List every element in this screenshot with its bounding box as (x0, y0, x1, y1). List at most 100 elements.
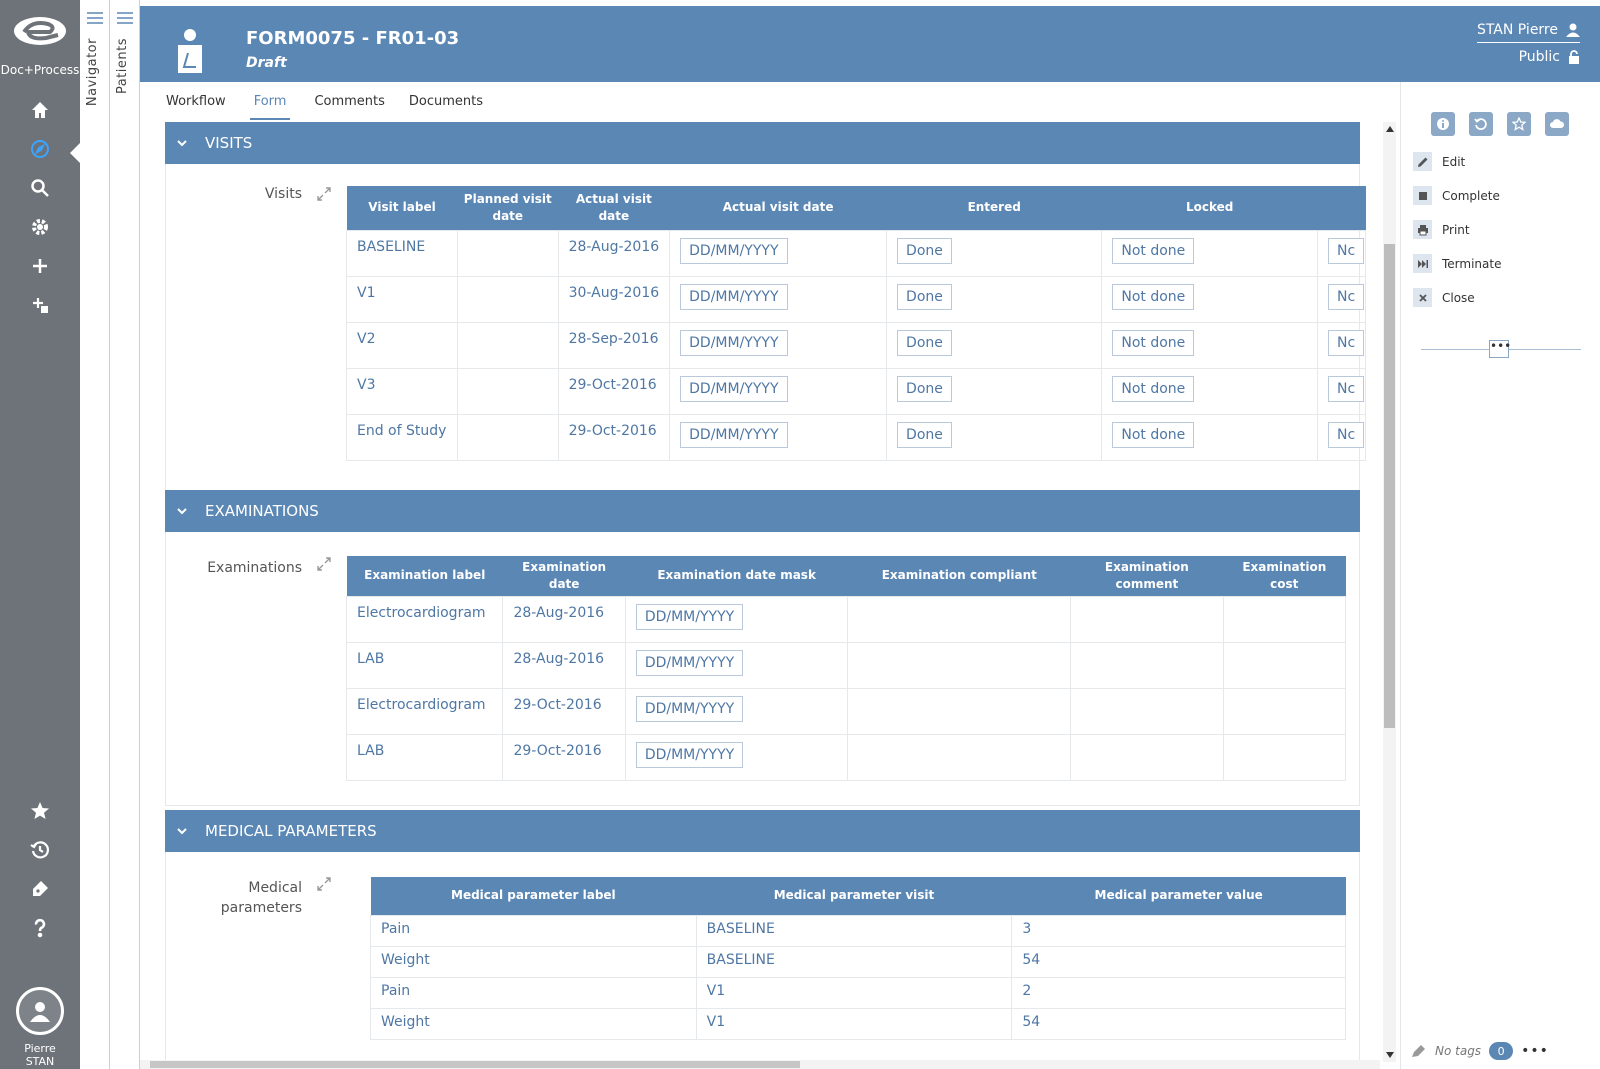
locked-status[interactable]: Not done (1112, 283, 1195, 310)
avatar[interactable] (16, 987, 64, 1035)
table-row[interactable]: BASELINE 28-Aug-2016 DD/MM/YYYY Done Not… (346, 229, 1367, 277)
examination-compliant[interactable] (847, 733, 1072, 781)
section-medical-header[interactable]: MEDICAL PARAMETERS (165, 810, 1360, 852)
table-row[interactable]: V1 30-Aug-2016 DD/MM/YYYY Done Not done … (346, 275, 1367, 323)
scroll-up-arrow[interactable] (1386, 126, 1394, 132)
parameter-value[interactable]: 54 (1011, 945, 1346, 978)
help-icon[interactable] (20, 910, 60, 946)
next-status[interactable]: Nc (1327, 283, 1365, 310)
date-mask-input[interactable]: DD/MM/YYYY (635, 649, 744, 676)
edit-action[interactable]: Edit (1413, 152, 1465, 171)
date-mask-input[interactable]: DD/MM/YYYY (680, 237, 788, 264)
locked-status[interactable]: Not done (1112, 421, 1195, 448)
app-logo[interactable]: Doc+Process (0, 0, 80, 82)
close-action[interactable]: Close (1413, 288, 1475, 307)
section-examinations-header[interactable]: EXAMINATIONS (165, 490, 1360, 532)
date-mask-input[interactable]: DD/MM/YYYY (680, 421, 788, 448)
complete-action[interactable]: Complete (1413, 186, 1500, 205)
tab-form[interactable]: Form (249, 90, 291, 120)
plus-icon[interactable] (20, 248, 60, 284)
date-mask-input[interactable]: DD/MM/YYYY (635, 603, 744, 630)
menu-icon[interactable] (117, 12, 133, 24)
home-icon[interactable] (20, 92, 60, 128)
parameter-value[interactable]: 2 (1011, 976, 1346, 1009)
expand-icon[interactable] (316, 186, 332, 202)
section-visits-header[interactable]: VISITS (165, 122, 1360, 164)
next-status[interactable]: Nc (1327, 375, 1365, 402)
table-row[interactable]: End of Study 29-Oct-2016 DD/MM/YYYY Done… (346, 413, 1367, 461)
parameter-value[interactable]: 54 (1011, 1007, 1346, 1040)
visibility-toggle[interactable]: Public (1519, 49, 1580, 65)
header-user[interactable]: STAN Pierre (1476, 22, 1580, 43)
examination-comment[interactable] (1070, 687, 1224, 735)
examination-cost[interactable] (1222, 641, 1347, 689)
entered-status[interactable]: Done (897, 375, 952, 402)
add-document-icon[interactable] (20, 287, 60, 323)
table-row[interactable]: Pain V1 2 (370, 976, 1346, 1009)
scroll-thumb[interactable] (150, 1061, 800, 1068)
table-row[interactable]: V3 29-Oct-2016 DD/MM/YYYY Done Not done … (346, 367, 1367, 415)
history-icon[interactable] (20, 832, 60, 868)
tag-icon[interactable] (1411, 1044, 1427, 1058)
examination-comment[interactable] (1070, 733, 1224, 781)
date-mask-input[interactable]: DD/MM/YYYY (680, 375, 788, 402)
parameter-value[interactable]: 3 (1011, 914, 1346, 947)
locked-status[interactable]: Not done (1112, 237, 1195, 264)
table-row[interactable]: Electrocardiogram 29-Oct-2016 DD/MM/YYYY (345, 687, 1347, 735)
table-row[interactable]: LAB 29-Oct-2016 DD/MM/YYYY (345, 733, 1347, 781)
entered-status[interactable]: Done (897, 237, 952, 264)
star-icon[interactable] (20, 793, 60, 829)
scroll-down-arrow[interactable] (1386, 1052, 1394, 1058)
star-icon[interactable] (1507, 112, 1531, 136)
tab-comments[interactable]: Comments (314, 90, 384, 120)
next-status[interactable]: Nc (1327, 421, 1365, 448)
vertical-scrollbar[interactable] (1383, 122, 1396, 1062)
info-icon[interactable] (1431, 112, 1455, 136)
locked-status[interactable]: Not done (1112, 329, 1195, 356)
examination-cost[interactable] (1222, 733, 1347, 781)
refresh-icon[interactable] (1469, 112, 1493, 136)
next-status[interactable]: Nc (1327, 329, 1365, 356)
table-row[interactable]: Electrocardiogram 28-Aug-2016 DD/MM/YYYY (345, 595, 1347, 643)
examination-comment[interactable] (1070, 641, 1224, 689)
date-mask-input[interactable]: DD/MM/YYYY (680, 283, 788, 310)
table-row[interactable]: Pain BASELINE 3 (370, 914, 1346, 947)
tab-workflow[interactable]: Workflow (166, 90, 226, 120)
examination-compliant[interactable] (847, 641, 1072, 689)
cloud-icon[interactable] (1545, 112, 1569, 136)
examination-cost[interactable] (1222, 687, 1347, 735)
print-action[interactable]: Print (1413, 220, 1470, 239)
entered-status[interactable]: Done (897, 329, 952, 356)
examination-cost[interactable] (1222, 595, 1347, 643)
navigator-tab[interactable]: Navigator (80, 0, 110, 1069)
entered-status[interactable]: Done (897, 421, 952, 448)
expand-icon[interactable] (316, 876, 332, 892)
search-icon[interactable] (20, 170, 60, 206)
horizontal-scrollbar[interactable] (140, 1060, 1380, 1069)
date-mask-input[interactable]: DD/MM/YYYY (635, 741, 744, 768)
more-actions-button[interactable]: ••• (1489, 340, 1511, 358)
next-status[interactable]: Nc (1327, 237, 1365, 264)
locked-status[interactable]: Not done (1112, 375, 1195, 402)
examination-compliant[interactable] (847, 687, 1072, 735)
menu-icon[interactable] (87, 12, 103, 24)
date-mask-input[interactable]: DD/MM/YYYY (680, 329, 788, 356)
scroll-thumb[interactable] (1384, 244, 1395, 728)
patients-tab[interactable]: Patients (110, 0, 140, 1069)
tag-icon[interactable] (20, 871, 60, 907)
examination-compliant[interactable] (847, 595, 1072, 643)
date-mask-input[interactable]: DD/MM/YYYY (635, 695, 744, 722)
table-row[interactable]: LAB 28-Aug-2016 DD/MM/YYYY (345, 641, 1347, 689)
examination-comment[interactable] (1070, 595, 1224, 643)
compass-icon[interactable] (20, 131, 60, 167)
gear-icon[interactable] (20, 209, 60, 245)
expand-icon[interactable] (316, 556, 332, 572)
tags-more-button[interactable]: ••• (1521, 1043, 1549, 1059)
tags-count[interactable]: 0 (1489, 1042, 1514, 1060)
terminate-action[interactable]: Terminate (1413, 254, 1501, 273)
table-row[interactable]: Weight V1 54 (370, 1007, 1346, 1040)
entered-status[interactable]: Done (897, 283, 952, 310)
table-row[interactable]: V2 28-Sep-2016 DD/MM/YYYY Done Not done … (346, 321, 1367, 369)
table-row[interactable]: Weight BASELINE 54 (370, 945, 1346, 978)
tab-documents[interactable]: Documents (409, 90, 483, 120)
